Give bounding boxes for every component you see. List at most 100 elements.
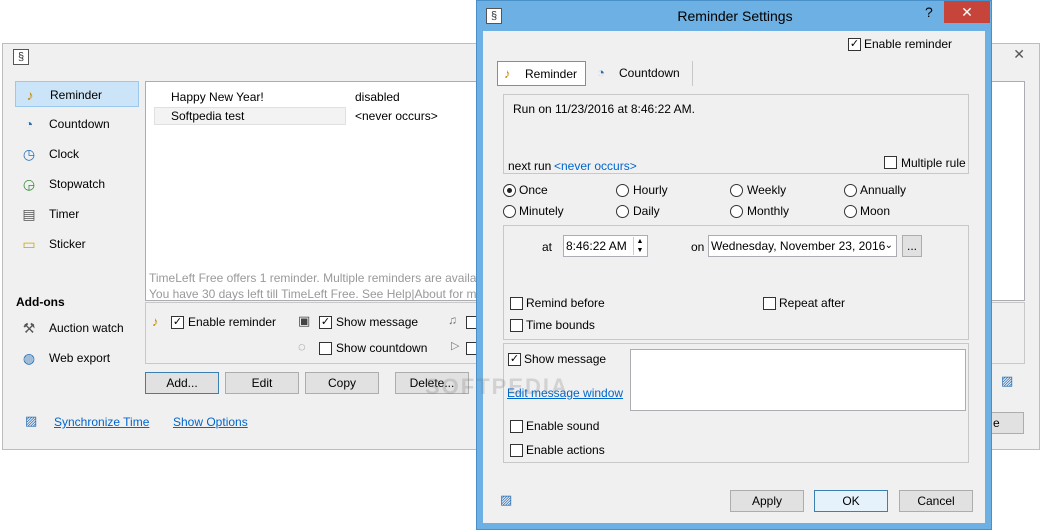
radio-label: Once [519,183,548,197]
radio-label: Monthly [747,204,790,218]
main-close-icon[interactable]: ✕ [1013,46,1025,63]
message-panel: ✓ Show message Edit message window Enabl… [503,343,969,463]
addon-web-export[interactable]: ◍ Web export [15,345,139,371]
list-item-status: disabled [355,90,400,104]
remind-before-checkbox[interactable] [510,297,523,310]
ok-button[interactable]: OK [814,490,888,512]
message-icon: ▣ [298,313,311,328]
radio-daily[interactable] [616,205,629,218]
tab-label: Countdown [619,66,680,80]
enable-reminder-checkbox[interactable]: ✓ [171,316,184,329]
help-bubble-icon[interactable]: ▨ [1001,373,1013,389]
synchronize-time-link[interactable]: Synchronize Time [54,415,149,429]
partial-button[interactable]: e [988,412,1024,434]
dialog-enable-reminder-checkbox[interactable]: ✓ [848,38,861,51]
time-bounds-checkbox[interactable] [510,319,523,332]
radio-hourly[interactable] [616,184,629,197]
sidebar-item-label: Sticker [49,237,86,251]
show-message-label: Show message [524,352,607,366]
reminder-settings-dialog: § Reminder Settings ? ✕ ✓ Enable reminde… [476,0,992,530]
repeat-after-checkbox[interactable] [763,297,776,310]
message-text-area[interactable] [630,349,966,411]
time-bounds-label: Time bounds [526,318,595,332]
clock-icon: ◷ [22,146,36,162]
date-dropdown[interactable]: Wednesday, November 23, 2016 ⌄ [708,235,897,257]
remind-before-label: Remind before [526,296,605,310]
enable-sound-label: Enable sound [526,419,600,433]
gavel-icon: ⚒ [22,320,36,336]
next-run-link[interactable]: <never occurs> [554,159,637,173]
schedule-summary-panel: Run on 11/23/2016 at 8:46:22 AM. next ru… [503,94,969,174]
tab-countdown[interactable]: ◔ Countdown [591,61,693,86]
enable-actions-checkbox[interactable] [510,444,523,457]
radio-monthly[interactable] [730,205,743,218]
dialog-show-message-checkbox[interactable]: ✓ [508,353,521,366]
list-item-name[interactable]: Softpedia test [171,109,244,123]
sidebar-item-sticker[interactable]: ▭ Sticker [15,231,139,257]
multiple-rule-label: Multiple rule [901,156,966,170]
show-options-link[interactable]: Show Options [173,415,248,429]
dialog-close-button[interactable]: ✕ [944,1,990,23]
help-button[interactable]: ? [925,4,933,20]
copy-button[interactable]: Copy [305,372,379,394]
on-label: on [691,240,705,254]
chevron-down-icon: ⌄ [884,240,893,251]
run-on-text: Run on 11/23/2016 at 8:46:22 AM. [513,102,695,116]
show-message-label: Show message [336,315,419,329]
next-run-label: next run [508,159,552,173]
timer-icon: ▤ [22,206,36,222]
app-icon: § [13,49,29,65]
stopwatch-icon: ◶ [22,176,36,192]
addon-label: Web export [49,351,111,365]
list-item-status: <never occurs> [355,109,438,123]
sidebar-item-timer[interactable]: ▤ Timer [15,201,139,227]
dialog-enable-reminder-label: Enable reminder [864,37,953,51]
sidebar-item-clock[interactable]: ◷ Clock [15,141,139,167]
at-label: at [542,240,553,254]
show-countdown-checkbox[interactable] [319,342,332,355]
sidebar-item-reminder[interactable]: ♪ Reminder [15,81,139,107]
sidebar-item-label: Stopwatch [49,177,106,191]
countdown-icon: ◔ [24,116,34,132]
tab-label: Reminder [525,67,578,81]
sidebar-item-label: Timer [49,207,80,221]
enable-sound-checkbox[interactable] [510,420,523,433]
sidebar-item-stopwatch[interactable]: ◶ Stopwatch [15,171,139,197]
radio-label: Weekly [747,183,787,197]
multiple-rule-checkbox[interactable] [884,156,897,169]
enable-actions-label: Enable actions [526,443,605,457]
radio-weekly[interactable] [730,184,743,197]
sound-icon: ♫ [448,313,457,327]
list-item-name[interactable]: Happy New Year! [171,90,264,104]
tab-reminder[interactable]: ♪ Reminder [497,61,586,86]
time-spinner[interactable]: ▲ ▼ [633,237,646,255]
dialog-content: ✓ Enable reminder ♪ Reminder ◔ Countdown… [483,31,985,523]
add-button[interactable]: Add... [145,372,219,394]
radio-annually[interactable] [844,184,857,197]
radio-moon[interactable] [844,205,857,218]
radio-label: Moon [860,204,891,218]
date-browse-button[interactable]: ... [902,235,922,257]
repeat-after-label: Repeat after [779,296,846,310]
time-date-panel: at 8:46:22 AM ▲ ▼ on Wednesday, November … [503,225,969,340]
bell-icon: ♪ [26,87,34,103]
show-message-checkbox[interactable]: ✓ [319,316,332,329]
help-bubble-icon[interactable]: ▨ [25,413,37,429]
time-input[interactable]: 8:46:22 AM ▲ ▼ [563,235,648,257]
time-value: 8:46:22 AM [566,239,627,253]
apply-button[interactable]: Apply [730,490,804,512]
addon-auction-watch[interactable]: ⚒ Auction watch [15,315,139,341]
radio-minutely[interactable] [503,205,516,218]
enable-reminder-label: Enable reminder [188,315,277,329]
radio-once[interactable] [503,184,516,197]
radio-label: Annually [860,183,907,197]
edit-button[interactable]: Edit [225,372,299,394]
radio-label: Hourly [633,183,668,197]
help-bubble-icon[interactable]: ▨ [500,492,512,508]
radio-label: Minutely [519,204,564,218]
cancel-button[interactable]: Cancel [899,490,973,512]
countdown-icon: ◔ [597,65,605,80]
info-line-2: You have 30 days left till TimeLeft Free… [149,287,484,301]
info-line-1: TimeLeft Free offers 1 reminder. Multipl… [149,271,484,285]
sidebar-item-countdown[interactable]: ◔ Countdown [15,111,139,137]
